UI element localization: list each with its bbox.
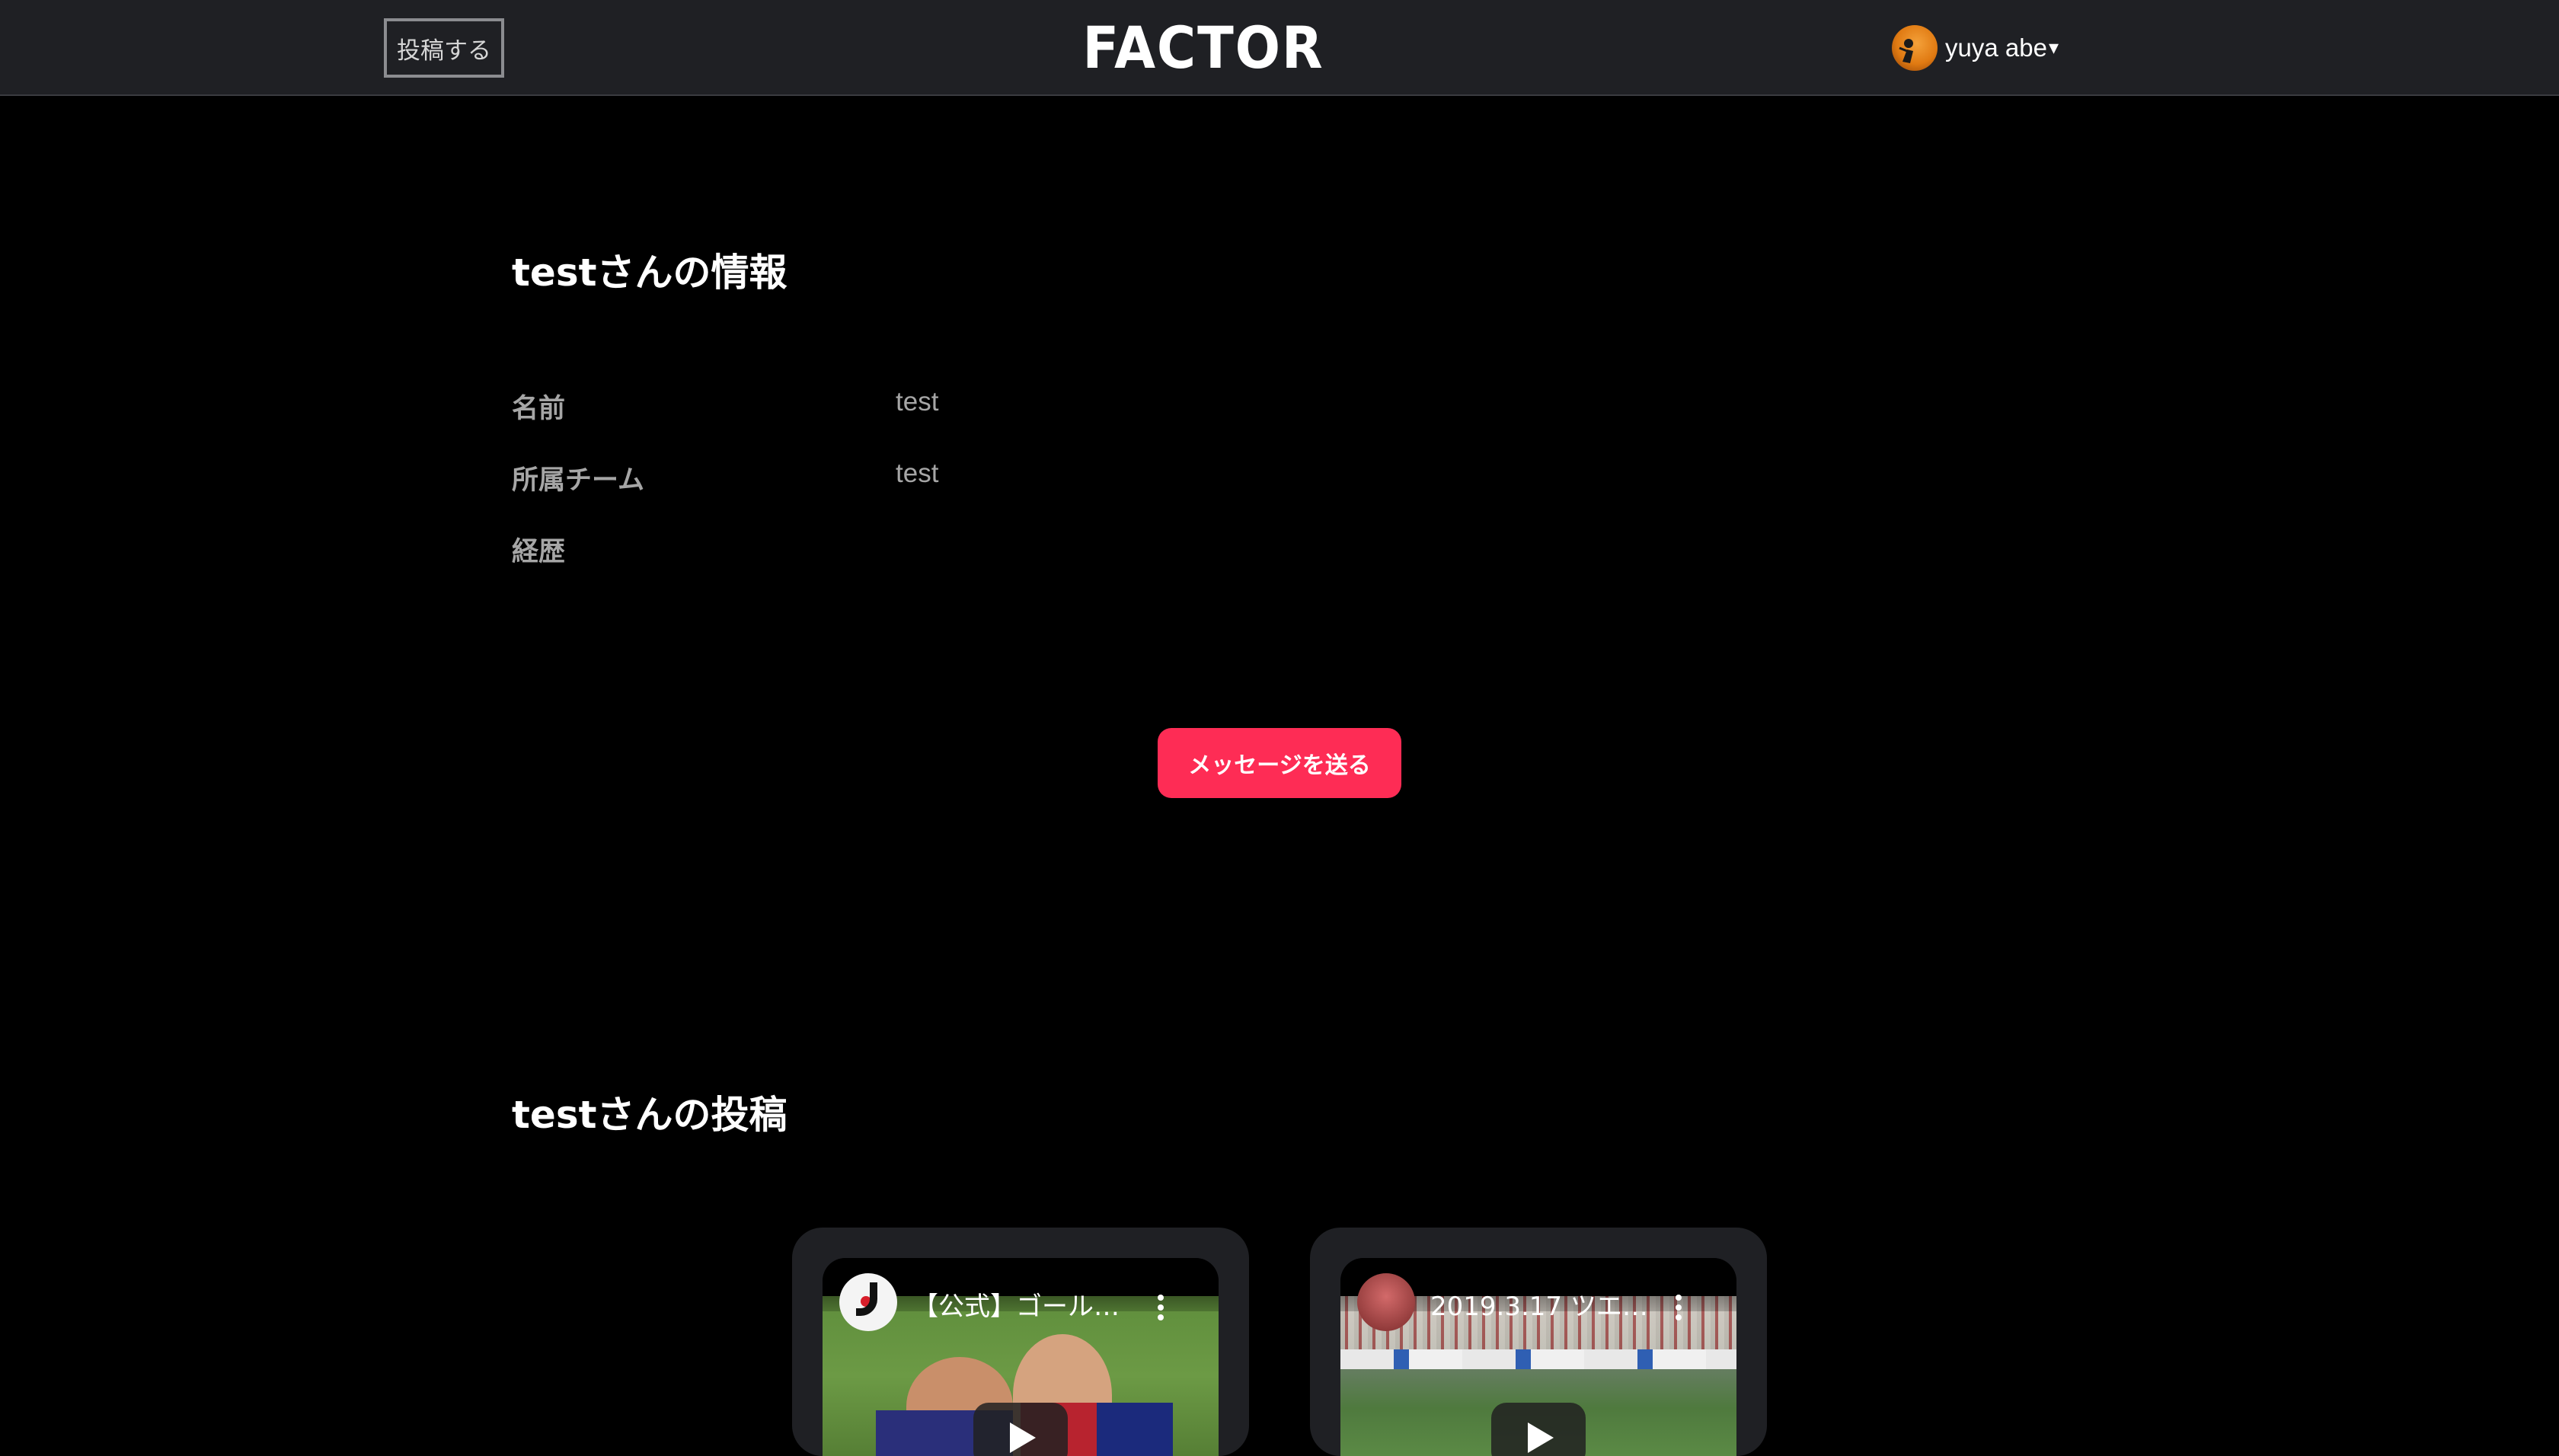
play-button[interactable] <box>973 1403 1068 1456</box>
info-row-name: 名前 test <box>512 387 1273 425</box>
silhouette-icon <box>1899 39 1913 63</box>
j-league-logo-icon[interactable] <box>839 1273 897 1331</box>
channel-avatar-icon[interactable] <box>1357 1273 1415 1331</box>
profile-section-title: testさんの情報 <box>512 251 788 295</box>
info-row-team: 所属チーム test <box>512 458 1273 497</box>
ad-boards <box>1340 1349 1736 1369</box>
info-label: 所属チーム <box>512 465 644 496</box>
info-value: test <box>896 458 939 488</box>
user-name[interactable]: yuya abe <box>1945 34 2047 62</box>
video-embed[interactable]: 2019.3.17 ツエ… <box>1340 1258 1736 1456</box>
info-value: test <box>896 387 939 417</box>
user-menu-dropdown[interactable]: yuya abe ▾ <box>1892 24 2059 72</box>
info-label: 名前 <box>512 394 566 424</box>
posts-section-title: testさんの投稿 <box>512 1093 788 1137</box>
post-button[interactable]: 投稿する <box>384 18 504 78</box>
play-button[interactable] <box>1491 1403 1586 1456</box>
video-title[interactable]: 2019.3.17 ツエ… <box>1430 1285 1648 1323</box>
more-options-icon[interactable] <box>1158 1295 1165 1325</box>
site-logo[interactable]: FACTOR <box>1077 11 1329 84</box>
more-options-icon[interactable] <box>1676 1295 1683 1325</box>
user-avatar[interactable] <box>1892 25 1938 71</box>
send-message-button[interactable]: メッセージを送る <box>1158 728 1401 798</box>
video-embed[interactable]: 【公式】ゴール… <box>823 1258 1219 1456</box>
video-title[interactable]: 【公式】ゴール… <box>912 1285 1120 1323</box>
top-navbar: 投稿する FACTOR yuya abe ▾ <box>0 0 2559 96</box>
post-card[interactable]: 【公式】ゴール… <box>792 1228 1249 1456</box>
chevron-down-icon[interactable]: ▾ <box>2049 37 2059 59</box>
post-card[interactable]: 2019.3.17 ツエ… <box>1310 1228 1767 1456</box>
info-row-career: 経歴 <box>512 530 1273 568</box>
info-label: 経歴 <box>512 537 566 567</box>
